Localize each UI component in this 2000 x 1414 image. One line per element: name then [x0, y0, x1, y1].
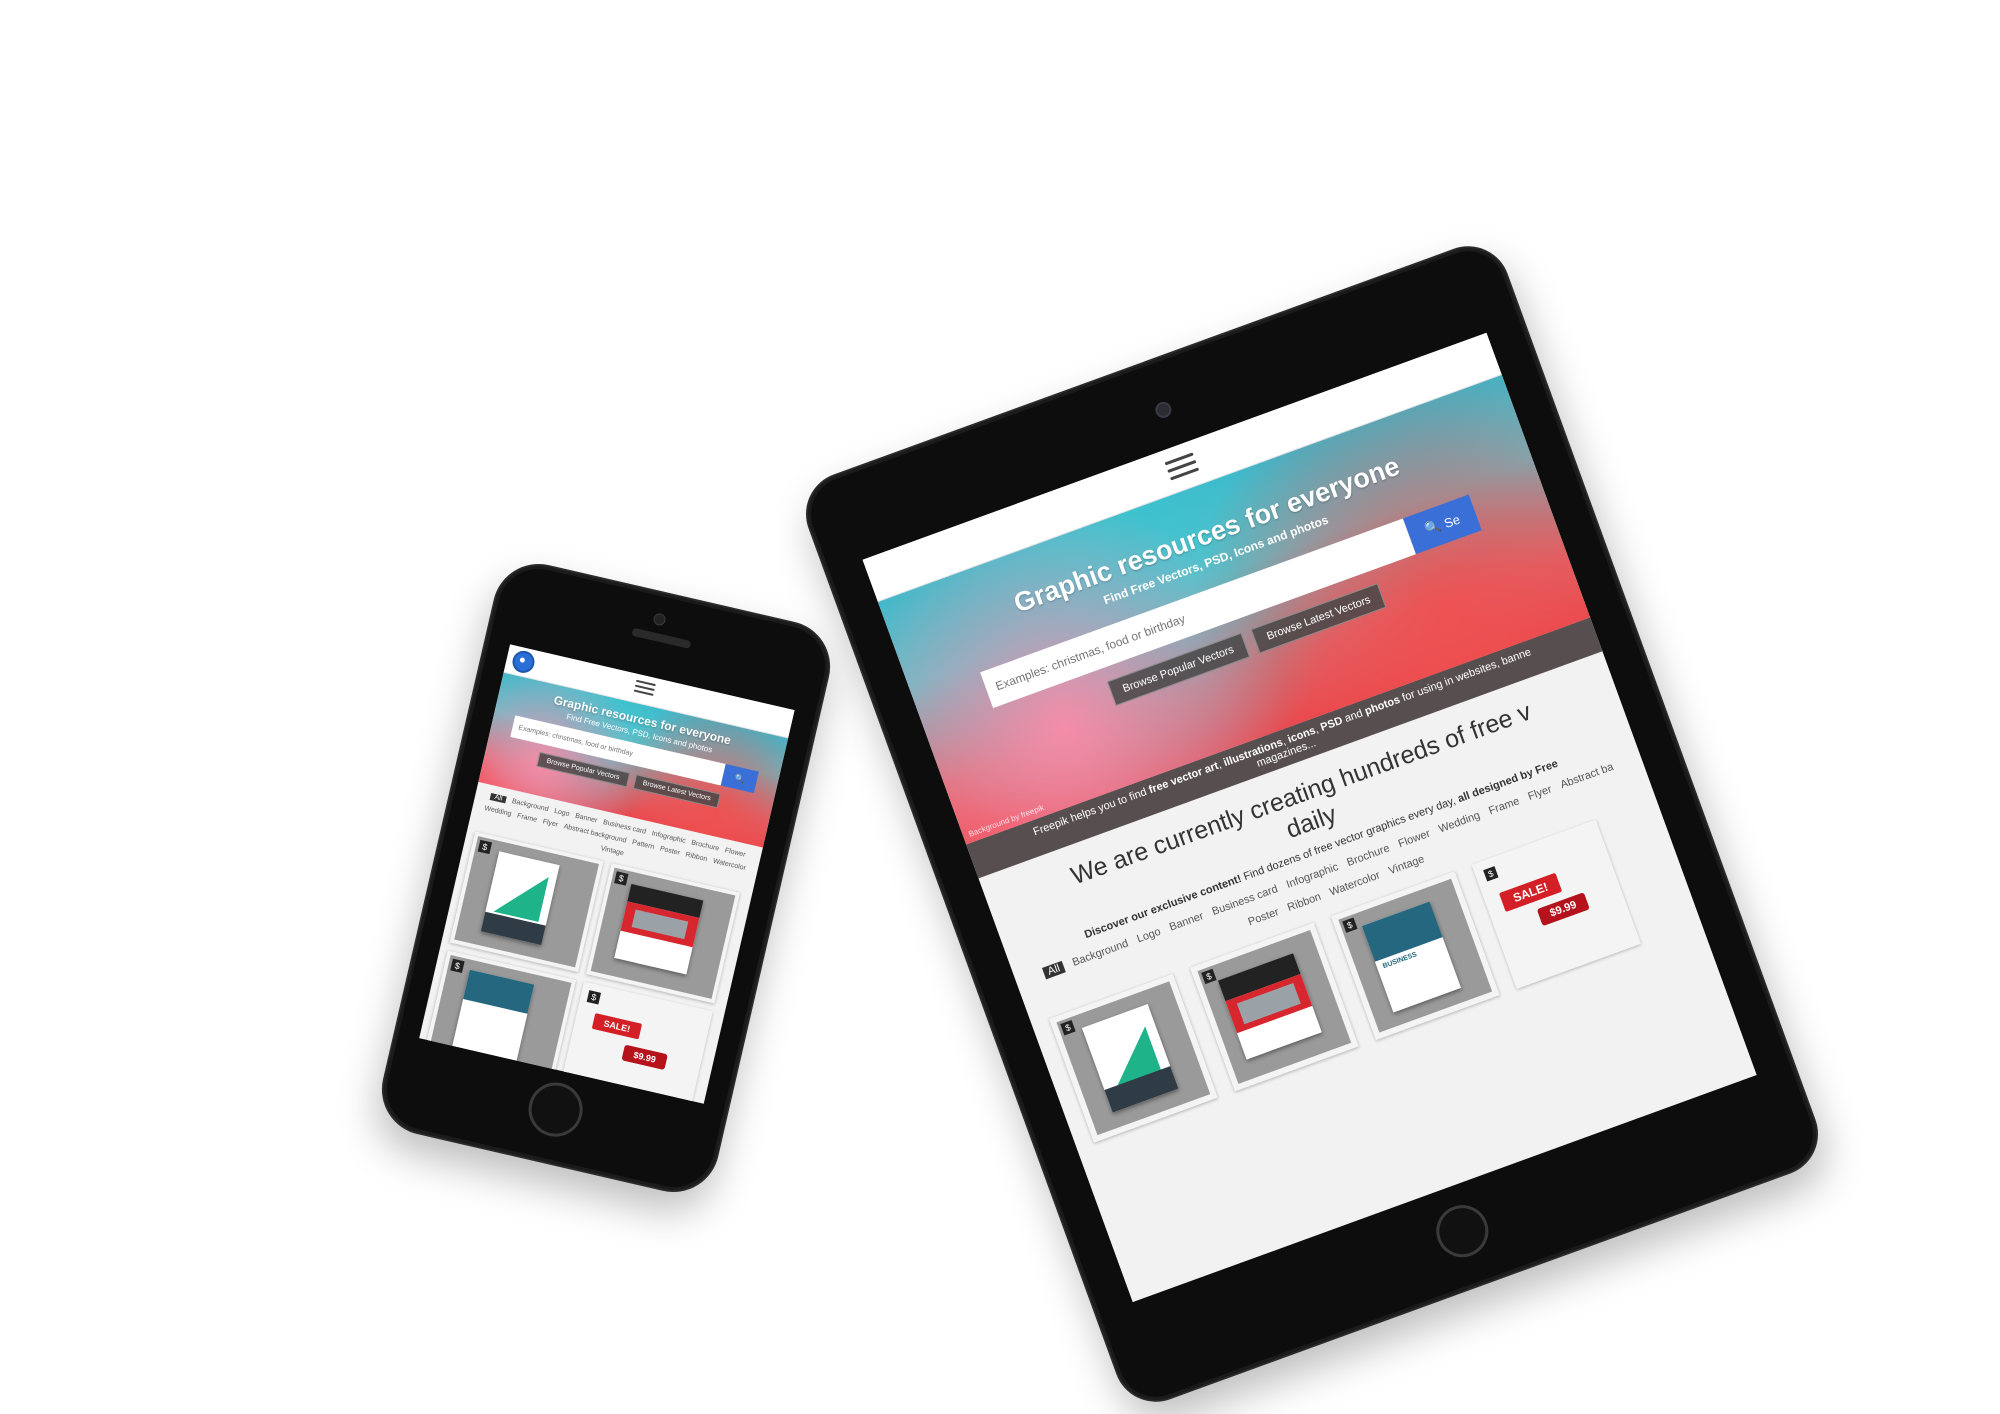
tag-banner[interactable]: Banner — [1168, 910, 1205, 933]
tag-flyer[interactable]: Flyer — [542, 818, 559, 828]
premium-badge: $ — [586, 990, 602, 1005]
tablet-device: Graphic resources for everyone Find Free… — [794, 234, 1830, 1414]
brochure-cover: BUSINESS — [1361, 901, 1462, 1013]
resource-thumb-brochure-red[interactable]: $ — [1189, 922, 1359, 1092]
tag-poster[interactable]: Poster — [659, 845, 680, 856]
tag-frame[interactable]: Frame — [1487, 795, 1521, 817]
price-tag: $9.99 — [621, 1044, 668, 1071]
resource-thumb-brochure-green[interactable]: $ — [1048, 973, 1218, 1143]
search-icon: 🔍 — [733, 773, 746, 785]
tag-all[interactable]: All — [489, 793, 507, 804]
tag-infographic[interactable]: Infographic — [651, 830, 686, 845]
tag-all[interactable]: All — [1042, 960, 1066, 980]
menu-hamburger-icon[interactable] — [633, 679, 656, 698]
tag-frame[interactable]: Frame — [516, 813, 537, 824]
premium-badge: $ — [1483, 866, 1499, 882]
tag-logo[interactable]: Logo — [1135, 926, 1162, 946]
tag-brochure[interactable]: Brochure — [1345, 842, 1391, 869]
premium-badge: $ — [1342, 917, 1358, 933]
tag-watercolor[interactable]: Watercolor — [712, 858, 746, 872]
phone-screen: Graphic resources for everyone Find Free… — [419, 644, 795, 1104]
resource-thumb-sale[interactable]: $ SALE! $9.99 — [1471, 819, 1641, 989]
premium-badge: $ — [450, 958, 465, 974]
tag-ribbon[interactable]: Ribbon — [685, 851, 708, 863]
sale-tag: SALE! — [591, 1013, 643, 1040]
tag-wedding[interactable]: Wedding — [484, 805, 512, 818]
tag-brochure[interactable]: Brochure — [691, 839, 720, 852]
phone-speaker — [631, 627, 692, 649]
premium-badge: $ — [1201, 968, 1217, 985]
menu-hamburger-icon[interactable] — [1164, 452, 1200, 481]
premium-badge: $ — [614, 871, 629, 886]
tag-flyer[interactable]: Flyer — [1526, 783, 1553, 803]
tag-pattern[interactable]: Pattern — [631, 839, 655, 851]
search-button[interactable]: 🔍 Se — [1402, 494, 1482, 555]
tablet-home-button[interactable] — [1428, 1197, 1496, 1265]
resource-thumb-business[interactable]: $ BUSINESS — [1330, 871, 1500, 1041]
freepik-logo-icon[interactable] — [510, 648, 537, 676]
phone-camera — [652, 612, 667, 627]
search-button-label: Se — [1441, 511, 1462, 531]
tag-banner[interactable]: Banner — [574, 813, 598, 825]
brochure-cover — [480, 851, 560, 946]
premium-badge: $ — [1060, 1020, 1076, 1036]
search-icon: 🔍 — [1422, 517, 1444, 538]
phone-home-button[interactable] — [523, 1077, 588, 1142]
resource-thumb-sale[interactable]: $ SALE! $9.99 — [558, 981, 713, 1104]
resource-thumb-brochure-red[interactable]: $ — [585, 862, 741, 1004]
phone-device: Graphic resources for everyone Find Free… — [372, 554, 840, 1202]
tag-flower[interactable]: Flower — [1397, 828, 1432, 851]
resource-thumb-business[interactable]: $ — [422, 950, 577, 1092]
premium-badge: $ — [477, 839, 493, 855]
brochure-cover — [614, 883, 704, 975]
brochure-cover — [1217, 953, 1322, 1060]
tag-logo[interactable]: Logo — [553, 808, 570, 818]
resource-thumb-brochure-green[interactable]: $ — [449, 831, 604, 973]
brochure-cover — [1081, 1004, 1179, 1113]
search-button[interactable]: 🔍 — [720, 764, 759, 794]
tag-flower[interactable]: Flower — [724, 847, 746, 859]
brochure-cover — [451, 969, 535, 1063]
tag-wedding[interactable]: Wedding — [1437, 809, 1482, 835]
tablet-camera — [1153, 399, 1174, 421]
tablet-screen: Graphic resources for everyone Find Free… — [862, 332, 1757, 1303]
tag-background[interactable]: Background — [511, 798, 549, 813]
